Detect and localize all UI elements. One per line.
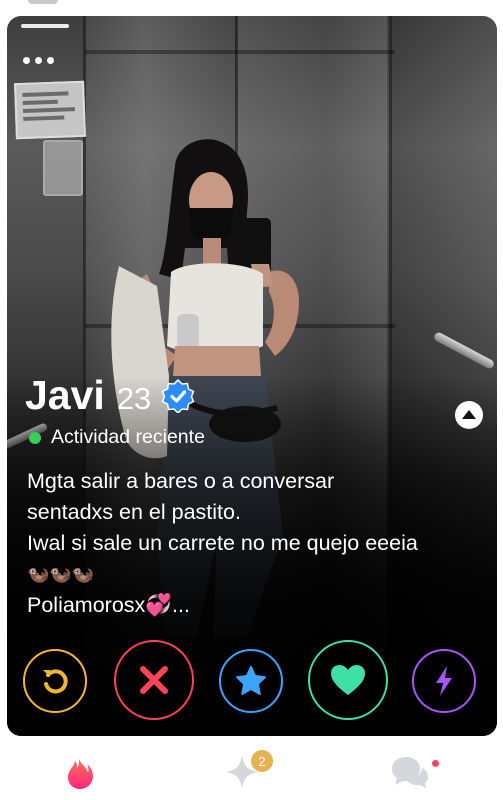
activity-status: Actividad reciente (29, 426, 205, 449)
chat-bubbles-icon (392, 757, 428, 788)
close-x-icon (140, 666, 168, 694)
photo-progress-bar (21, 24, 69, 28)
verified-check-icon (161, 378, 195, 413)
bio-line: 🦦🦦🦦 (27, 564, 95, 584)
profile-name: Javi (25, 372, 105, 418)
star-icon (236, 666, 266, 695)
profile-card[interactable]: Javi 23 Actividad reciente Mgta salir a … (7, 16, 497, 736)
bio-line: sentadxs en el pastito. (27, 500, 241, 524)
profile-bio: Mgta salir a bares o a conversar sentadx… (27, 466, 489, 621)
new-message-dot (432, 760, 439, 767)
gold-badge: 2 (251, 750, 273, 772)
bio-line: Iwal si sale un carrete no me quejo eeei… (27, 531, 418, 555)
bottom-tab-bar: 2 (0, 736, 503, 800)
bio-line: Mgta salir a bares o a conversar (27, 469, 335, 493)
like-button[interactable] (308, 640, 388, 720)
more-dots-icon (23, 56, 30, 64)
profile-header: Javi 23 (25, 372, 195, 419)
activity-label: Actividad reciente (51, 426, 205, 448)
bio-line: Poliamorosx💞... (27, 593, 190, 617)
tab-messages[interactable] (386, 748, 434, 796)
action-bar (7, 640, 497, 720)
status-nub (28, 0, 58, 4)
boost-button[interactable] (412, 649, 476, 713)
lightning-bolt-icon (436, 666, 452, 696)
nope-button[interactable] (114, 640, 194, 720)
flame-icon (68, 756, 93, 789)
more-options-button[interactable] (23, 50, 59, 70)
more-dots-icon (35, 56, 42, 64)
expand-profile-button[interactable] (455, 401, 483, 429)
heart-icon (331, 665, 365, 695)
more-dots-icon (47, 56, 54, 64)
online-dot (29, 431, 41, 444)
chevron-up-icon (462, 410, 476, 419)
super-like-button[interactable] (219, 649, 283, 713)
rewind-icon (43, 669, 68, 694)
tab-home[interactable] (56, 748, 104, 796)
rewind-button[interactable] (23, 649, 87, 713)
profile-age: 23 (116, 381, 152, 416)
status-strip (0, 0, 503, 14)
